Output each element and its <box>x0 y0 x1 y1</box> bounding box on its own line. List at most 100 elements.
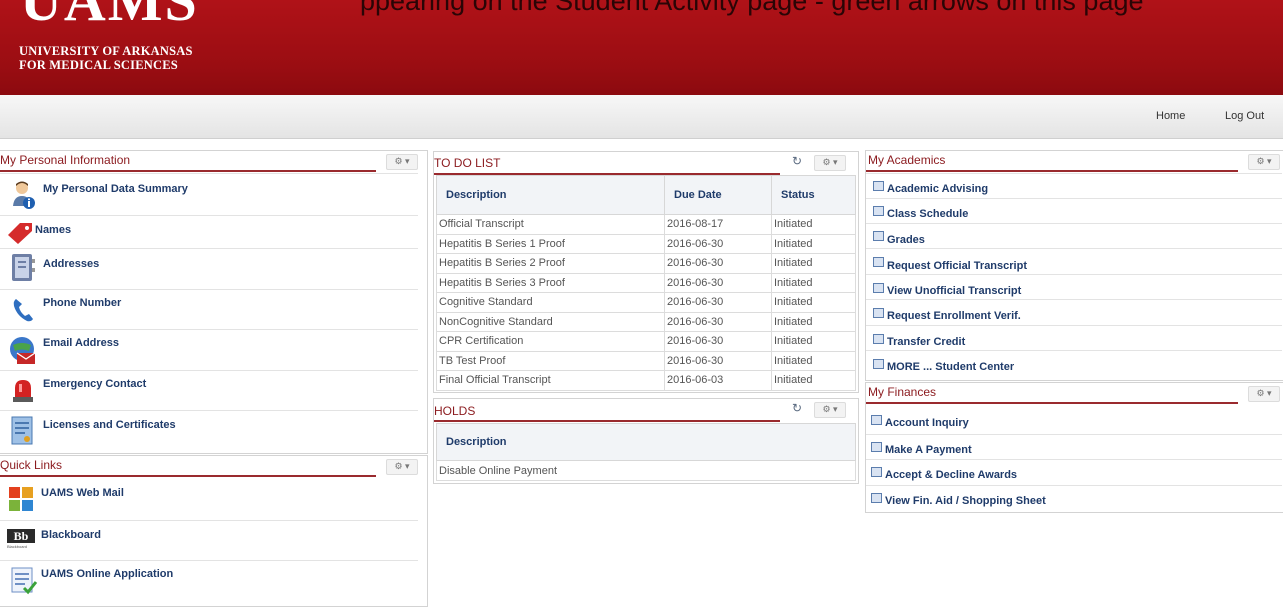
column-header-description[interactable]: Description <box>436 175 665 215</box>
todo-description[interactable]: Final Official Transcript <box>436 370 665 391</box>
list-item[interactable]: Grades <box>866 223 1282 249</box>
table-row[interactable]: Hepatitis B Series 3 Proof 2016-06-30 Init… <box>436 272 856 293</box>
emergency-contact-link[interactable]: Emergency Contact <box>43 378 146 390</box>
table-header-row: Description Due Date Status <box>436 175 856 215</box>
transfer-credit-link[interactable]: Transfer Credit <box>887 336 965 348</box>
more-student-center-link[interactable]: MORE ... Student Center <box>887 361 1014 373</box>
gear-icon[interactable]: ⚙ ▾ <box>814 155 846 171</box>
gear-icon[interactable]: ⚙ ▾ <box>386 154 418 170</box>
list-item[interactable]: Accept & Decline Awards <box>866 459 1282 486</box>
table-row[interactable]: TB Test Proof 2016-06-30 Initiated <box>436 350 856 371</box>
table-row[interactable]: Official Transcript 2016-08-17 Initiated <box>436 214 856 235</box>
hold-description[interactable]: Disable Online Payment <box>436 460 856 481</box>
todo-description[interactable]: Hepatitis B Series 3 Proof <box>436 272 665 293</box>
todo-description[interactable]: TB Test Proof <box>436 350 665 371</box>
account-inquiry-link[interactable]: Account Inquiry <box>885 417 969 429</box>
personal-info-panel: My Personal Information ⚙ ▾ My Personal … <box>0 150 428 454</box>
list-item[interactable]: Licenses and Certificates <box>0 410 418 453</box>
column-header-status[interactable]: Status <box>771 175 856 215</box>
list-item[interactable]: UAMS Web Mail <box>0 478 418 520</box>
web-mail-link[interactable]: UAMS Web Mail <box>41 487 124 499</box>
names-link[interactable]: Names <box>35 224 71 236</box>
gear-icon[interactable]: ⚙ ▾ <box>814 402 846 418</box>
personal-data-summary-link[interactable]: My Personal Data Summary <box>43 183 188 195</box>
overlay-caption: ppearing on the Student Activity page - … <box>360 0 1144 16</box>
list-item[interactable]: UAMS Online Application <box>0 560 418 603</box>
holds-panel: HOLDS ↻ ⚙ ▾ Description Disable Online P… <box>433 398 859 484</box>
list-item[interactable]: Request Enrollment Verif. <box>866 299 1282 326</box>
licenses-certificates-link[interactable]: Licenses and Certificates <box>43 419 176 431</box>
todo-status: Initiated <box>771 272 856 293</box>
addresses-link[interactable]: Addresses <box>43 258 99 270</box>
todo-status: Initiated <box>771 233 856 254</box>
phone-number-link[interactable]: Phone Number <box>43 297 121 309</box>
refresh-icon[interactable]: ↻ <box>792 154 802 168</box>
online-application-link[interactable]: UAMS Online Application <box>41 568 173 580</box>
table-row[interactable]: Cognitive Standard 2016-06-30 Initiated <box>436 292 856 313</box>
person-info-icon <box>13 181 35 209</box>
gear-icon[interactable]: ⚙ ▾ <box>386 459 418 475</box>
list-item[interactable]: Names <box>0 215 418 249</box>
academic-advising-link[interactable]: Academic Advising <box>887 183 988 195</box>
page-icon <box>873 283 884 293</box>
accept-decline-awards-link[interactable]: Accept & Decline Awards <box>885 469 1017 481</box>
list-item[interactable]: Account Inquiry <box>866 408 1282 434</box>
table-row[interactable]: Hepatitis B Series 2 Proof 2016-06-30 Init… <box>436 253 856 274</box>
gear-icon[interactable]: ⚙ ▾ <box>1248 386 1280 402</box>
grades-link[interactable]: Grades <box>887 234 925 246</box>
todo-due-date: 2016-08-17 <box>664 214 772 235</box>
list-item[interactable]: Email Address <box>0 329 418 371</box>
todo-description[interactable]: CPR Certification <box>436 331 665 352</box>
page-icon <box>873 308 884 318</box>
table-row[interactable]: NonCognitive Standard 2016-06-30 Initiated <box>436 311 856 332</box>
todo-status: Initiated <box>771 350 856 371</box>
view-fin-aid-shopping-sheet-link[interactable]: View Fin. Aid / Shopping Sheet <box>885 495 1046 507</box>
title-underline <box>866 402 1238 404</box>
column-header-description[interactable]: Description <box>436 423 856 461</box>
header-banner: UAMS UNIVERSITY OF ARKANSAS FOR MEDICAL … <box>0 0 1283 95</box>
todo-description[interactable]: NonCognitive Standard <box>436 311 665 332</box>
list-item[interactable]: Transfer Credit <box>866 325 1282 351</box>
blackboard-link[interactable]: Blackboard <box>41 529 101 541</box>
list-item[interactable]: Bb Blackboard Blackboard <box>0 520 418 561</box>
refresh-icon[interactable]: ↻ <box>792 401 802 415</box>
column-header-due-date[interactable]: Due Date <box>664 175 772 215</box>
class-schedule-link[interactable]: Class Schedule <box>887 208 968 220</box>
todo-due-date: 2016-06-30 <box>664 233 772 254</box>
table-row[interactable]: Final Official Transcript 2016-06-03 Initi… <box>436 370 856 391</box>
list-item[interactable]: View Unofficial Transcript <box>866 274 1282 300</box>
email-address-link[interactable]: Email Address <box>43 337 119 349</box>
todo-description[interactable]: Official Transcript <box>436 214 665 235</box>
view-unofficial-transcript-link[interactable]: View Unofficial Transcript <box>887 285 1021 297</box>
gear-icon[interactable]: ⚙ ▾ <box>1248 154 1280 170</box>
page-icon <box>873 206 884 216</box>
list-item[interactable]: Class Schedule <box>866 198 1282 224</box>
make-payment-link[interactable]: Make A Payment <box>885 444 972 456</box>
table-row[interactable]: Hepatitis B Series 1 Proof 2016-06-30 Init… <box>436 233 856 254</box>
list-item[interactable]: Request Official Transcript <box>866 248 1282 275</box>
list-item[interactable]: Emergency Contact <box>0 370 418 411</box>
list-item[interactable]: Academic Advising <box>866 173 1282 199</box>
todo-description[interactable]: Cognitive Standard <box>436 292 665 313</box>
list-item[interactable]: Make A Payment <box>866 434 1282 460</box>
list-item[interactable]: Addresses <box>0 248 418 290</box>
panel-title: My Academics <box>868 153 946 167</box>
todo-description[interactable]: Hepatitis B Series 1 Proof <box>436 233 665 254</box>
siren-icon <box>13 380 33 402</box>
list-item[interactable]: My Personal Data Summary <box>0 173 418 216</box>
todo-description[interactable]: Hepatitis B Series 2 Proof <box>436 253 665 274</box>
logout-link[interactable]: Log Out <box>1225 110 1264 122</box>
home-link[interactable]: Home <box>1156 110 1185 122</box>
table-row[interactable]: CPR Certification 2016-06-30 Initiated <box>436 331 856 352</box>
todo-due-date: 2016-06-30 <box>664 350 772 371</box>
uams-logo[interactable]: UAMS <box>20 0 199 30</box>
phone-icon <box>13 299 33 322</box>
table-row[interactable]: Disable Online Payment <box>436 460 856 481</box>
request-enrollment-verif-link[interactable]: Request Enrollment Verif. <box>887 310 1021 322</box>
request-official-transcript-link[interactable]: Request Official Transcript <box>887 260 1027 272</box>
list-item[interactable]: MORE ... Student Center <box>866 350 1282 380</box>
list-item[interactable]: View Fin. Aid / Shopping Sheet <box>866 485 1282 512</box>
list-item[interactable]: Phone Number <box>0 289 418 330</box>
academics-panel: My Academics ⚙ ▾ Academic Advising Class… <box>865 150 1283 381</box>
todo-due-date: 2016-06-30 <box>664 331 772 352</box>
